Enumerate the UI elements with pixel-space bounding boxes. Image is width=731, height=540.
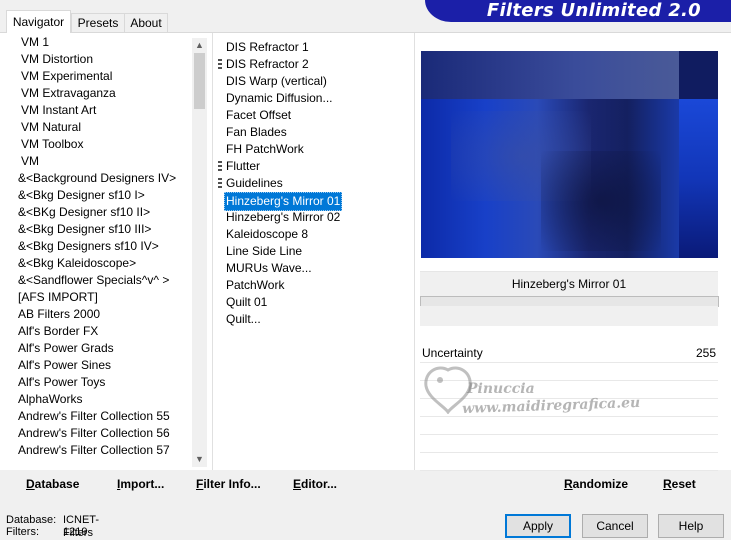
parameter-name: Uncertainty [422,346,483,360]
status-filters-value: 1219 [63,526,88,538]
category-item[interactable]: VM 1 [21,34,49,51]
status-database-label: Database: [6,514,57,526]
selected-filter-name: Hinzeberg's Mirror 01 [420,271,718,297]
editor-button[interactable]: Editor... [293,472,337,497]
category-item[interactable]: VM Experimental [21,68,112,85]
parameter-value: 255 [695,346,716,360]
filter-item[interactable]: FH PatchWork [224,141,306,158]
preview-image [421,51,718,258]
filter-item[interactable]: DIS Warp (vertical) [224,73,329,90]
toolbar-left: Database Import... Filter Info... Editor… [10,472,412,497]
category-item[interactable]: VM [21,153,39,170]
category-scrollbar[interactable]: ▲ ▼ [192,38,207,467]
grip-icon [218,161,222,172]
filter-item[interactable]: Guidelines [224,175,285,192]
parameter-row-empty [420,417,718,435]
category-item[interactable]: VM Extravaganza [21,85,116,102]
randomize-button[interactable]: Randomize [564,472,628,497]
category-item[interactable]: Alf's Border FX [18,323,98,340]
help-button[interactable]: Help [658,514,724,538]
tab-navigator[interactable]: Navigator [6,10,71,33]
category-item[interactable]: Andrew's Filter Collection 56 [18,425,170,442]
banner-title: Filters Unlimited 2.0 [486,0,701,21]
category-item[interactable]: [AFS IMPORT] [18,289,98,306]
category-item[interactable]: VM Natural [21,119,81,136]
filter-list[interactable]: DIS Refractor 1 DIS Refractor 2 DIS Warp (… [216,38,411,468]
category-item[interactable]: &<Sandflower Specials^v^ > [18,272,169,289]
divider [212,33,213,470]
database-button[interactable]: Database [26,472,79,497]
filter-item[interactable]: Quilt 01 [224,294,269,311]
chevron-up-icon[interactable]: ▲ [192,38,207,53]
filter-item[interactable]: Flutter [224,158,262,175]
filter-item[interactable]: Facet Offset [224,107,293,124]
divider [414,33,415,470]
category-item[interactable]: &<Bkg Designer sf10 I> [18,187,145,204]
filter-info-button[interactable]: Filter Info... [196,472,261,497]
category-item[interactable]: Alf's Power Toys [18,374,105,391]
category-item[interactable]: Alf's Power Sines [18,357,111,374]
status-filters: Filters: 1219 [6,526,87,539]
filter-item[interactable]: Hinzeberg's Mirror 02 [224,209,342,226]
category-item[interactable]: Alf's Power Grads [18,340,114,357]
watermark-name: Pinuccia [467,381,535,397]
category-list[interactable]: VM 1 VM Distortion VM Experimental VM Extra… [10,20,192,465]
filter-item[interactable]: Kaleidoscope 8 [224,226,310,243]
category-item[interactable]: VM Instant Art [21,102,96,119]
filter-item[interactable]: Quilt... [224,311,263,328]
category-item[interactable]: AlphaWorks [18,391,82,408]
banner: Filters Unlimited 2.0 [425,0,731,22]
filter-item[interactable]: Fan Blades [224,124,289,141]
parameter-row[interactable]: Uncertainty 255 [420,345,718,363]
spacer [420,306,718,326]
category-item[interactable]: &<Bkg Designers sf10 IV> [18,238,159,255]
reset-button[interactable]: Reset [663,472,696,497]
category-item[interactable]: &<BKg Designer sf10 II> [18,204,150,221]
parameter-row-empty [420,435,718,453]
category-item[interactable]: &<Bkg Kaleidoscope> [18,255,136,272]
filter-item[interactable]: DIS Refractor 2 [224,56,311,73]
import-button[interactable]: Import... [117,472,164,497]
cancel-button[interactable]: Cancel [582,514,648,538]
toolbar-right: Randomize Reset [420,472,718,497]
category-item[interactable]: VM Toolbox [21,136,83,153]
grip-icon [218,59,222,70]
filter-item[interactable]: DIS Refractor 1 [224,39,311,56]
filter-item[interactable]: Line Side Line [224,243,304,260]
apply-button[interactable]: Apply [505,514,571,538]
filter-item[interactable]: Dynamic Diffusion... [224,90,334,107]
status-filters-label: Filters: [6,526,39,538]
parameter-row-empty [420,453,718,471]
category-item[interactable]: AB Filters 2000 [18,306,100,323]
category-item[interactable]: &<Background Designers IV> [18,170,176,187]
category-item[interactable]: Andrew's Filter Collection 57 [18,442,170,459]
grip-icon [218,178,222,189]
category-item[interactable]: &<Bkg Designer sf10 III> [18,221,151,238]
category-item[interactable]: Andrew's Filter Collection 55 [18,408,170,425]
scrollbar-thumb[interactable] [194,53,205,109]
chevron-down-icon[interactable]: ▼ [192,452,207,467]
filter-item[interactable]: MURUs Wave... [224,260,314,277]
filter-item[interactable]: PatchWork [224,277,286,294]
category-item[interactable]: VM Distortion [21,51,93,68]
